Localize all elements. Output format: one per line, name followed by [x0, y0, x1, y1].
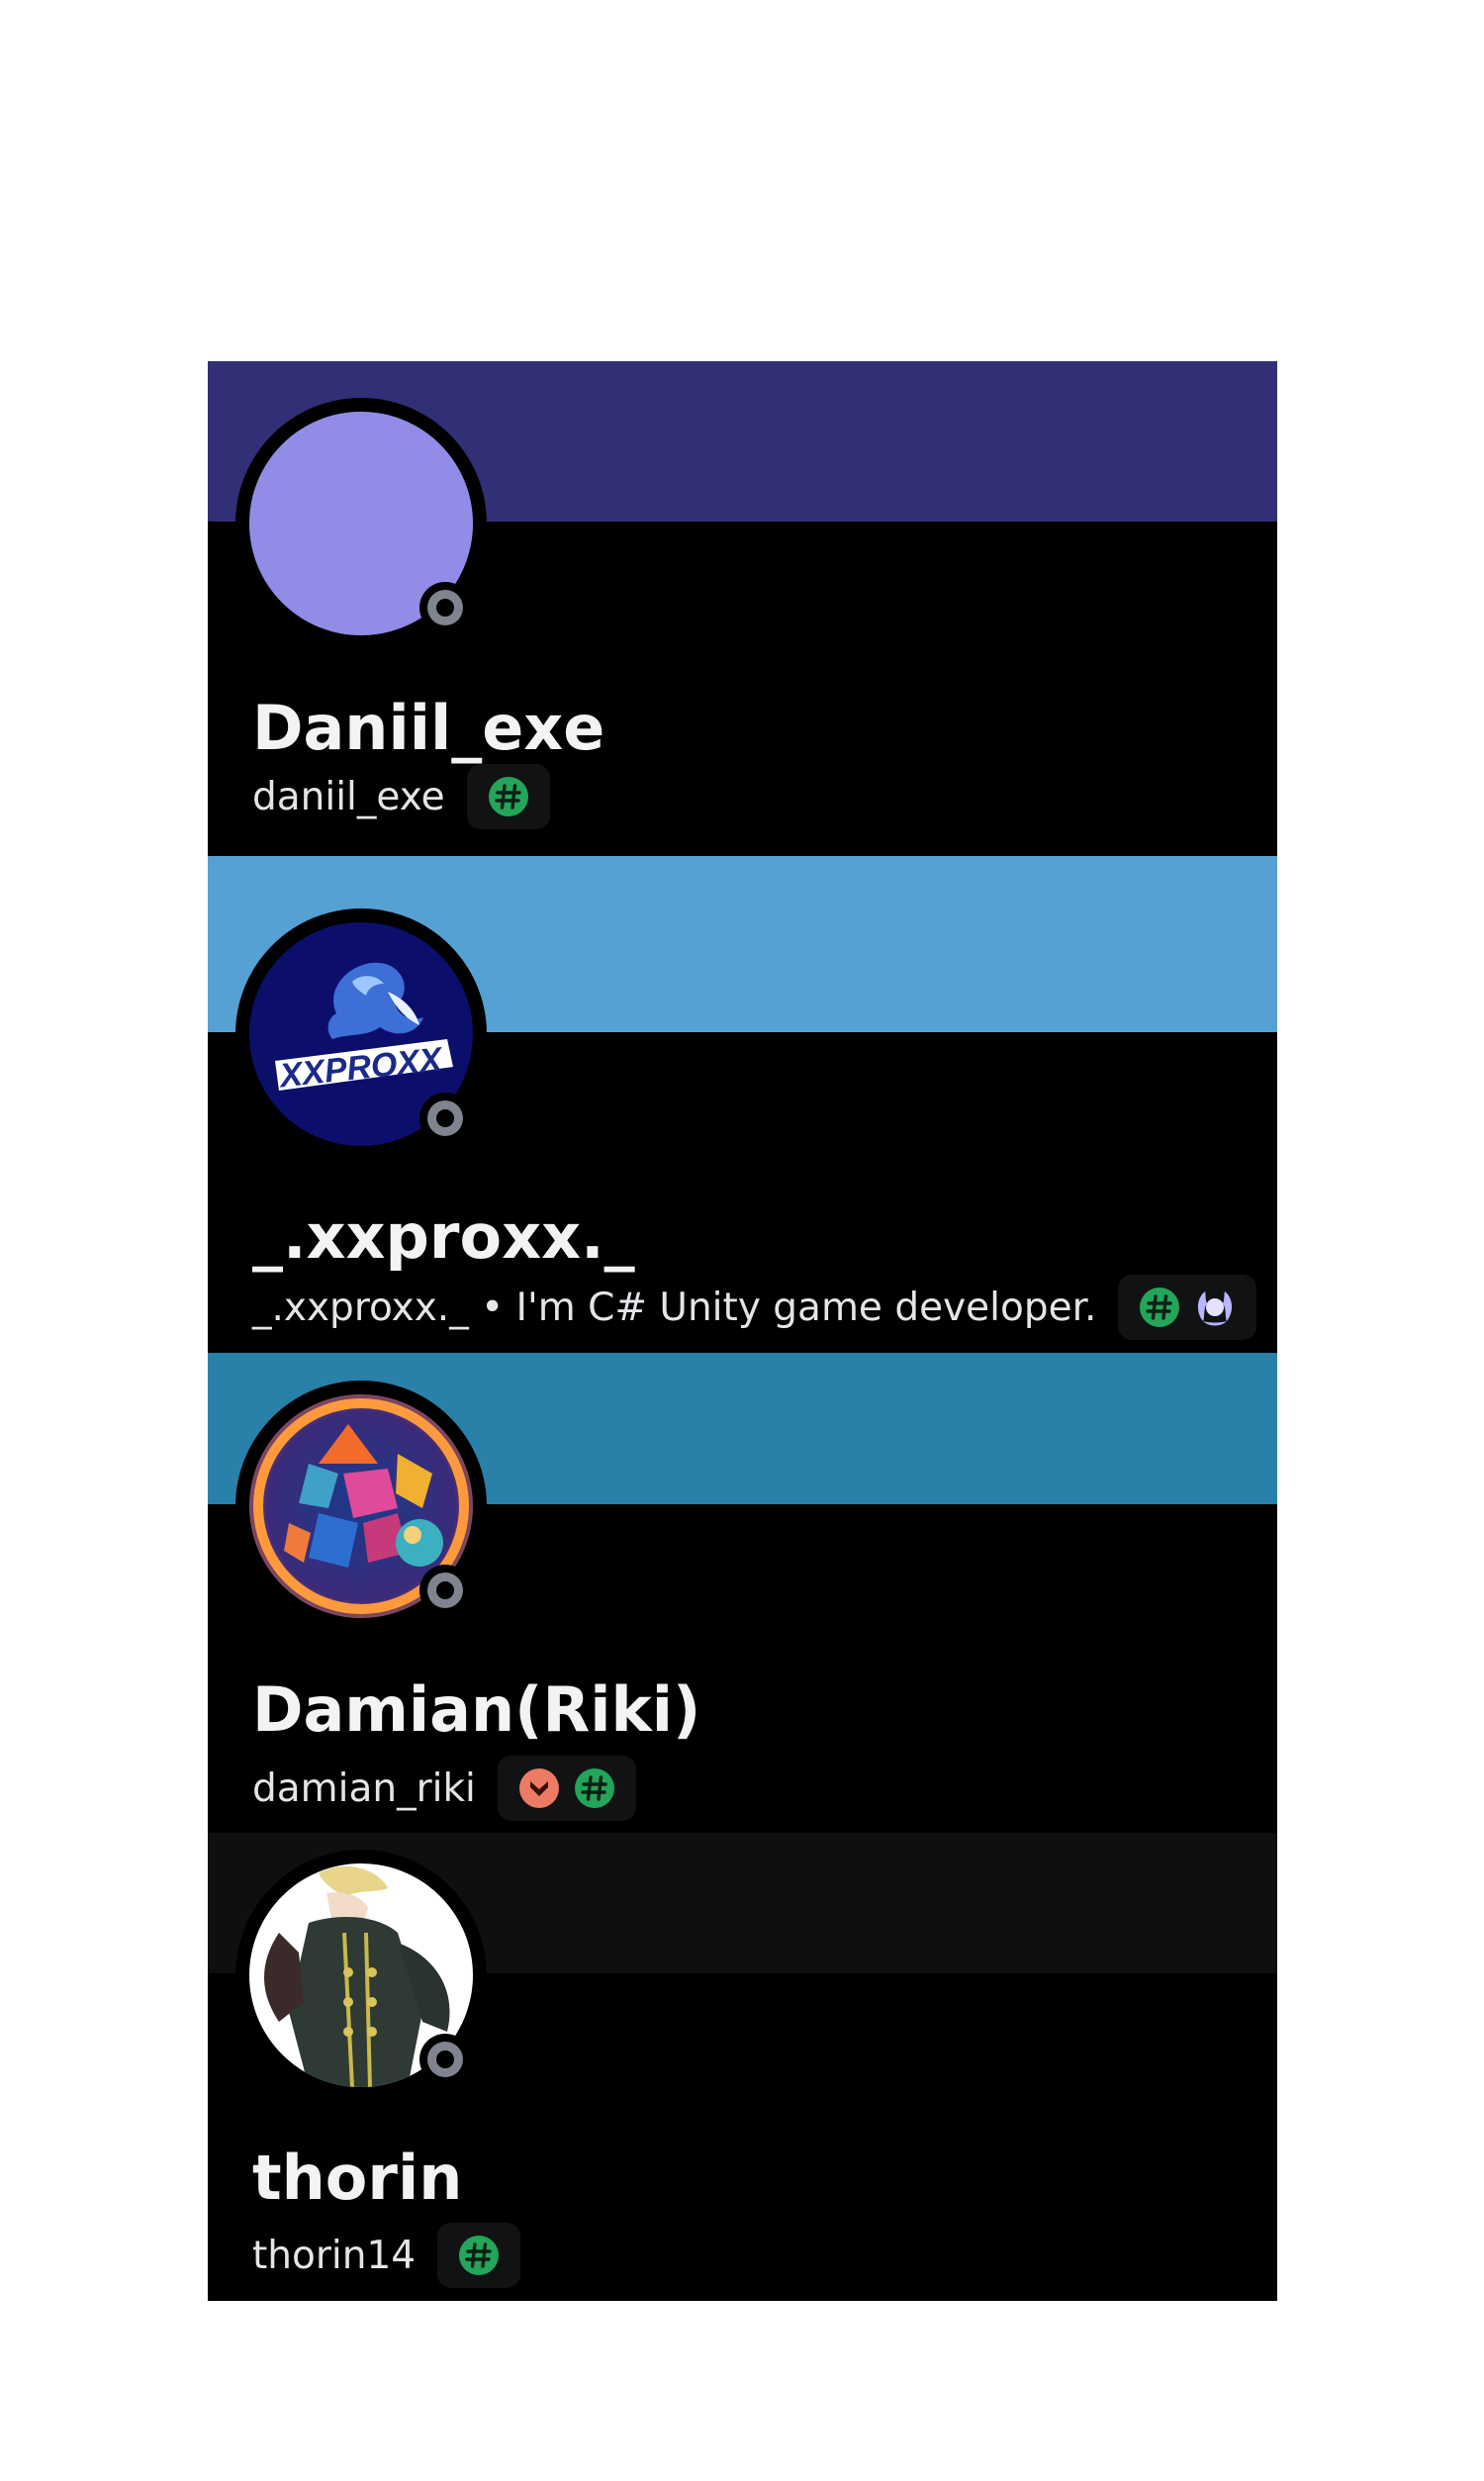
active-developer-badge-icon[interactable]	[487, 775, 530, 818]
member-card-xxproxx[interactable]: XXPROXX _.xxproxx._ _.xxproxx._ • I'm C#…	[208, 856, 1277, 1353]
username-row: _.xxproxx._ • I'm C# Unity game develope…	[252, 1275, 1257, 1340]
status-offline-indicator	[419, 1565, 471, 1616]
active-developer-badge-icon[interactable]	[573, 1766, 616, 1810]
badge-list	[497, 1756, 636, 1821]
member-card-damian-riki[interactable]: Damian(Riki) damian_riki	[208, 1353, 1277, 1833]
avatar[interactable]: XXPROXX	[235, 908, 487, 1160]
avatar[interactable]	[235, 398, 487, 649]
display-name: _.xxproxx._	[252, 1200, 635, 1273]
username: damian_riki	[252, 1765, 476, 1811]
username: daniil_exe	[252, 774, 445, 819]
avatar[interactable]	[235, 1850, 487, 2101]
member-card-daniil-exe[interactable]: Daniil_exe daniil_exe	[208, 361, 1277, 856]
badge-list	[437, 2223, 521, 2288]
status-offline-indicator	[419, 582, 471, 633]
avatar[interactable]	[235, 1381, 487, 1632]
username-and-status: _.xxproxx._ • I'm C# Unity game develope…	[252, 1285, 1097, 1330]
username-row: daniil_exe	[252, 764, 550, 829]
active-developer-badge-icon[interactable]	[1138, 1286, 1181, 1329]
username-row: damian_riki	[252, 1756, 636, 1821]
status-offline-indicator	[419, 2034, 471, 2085]
nitro-wreath-badge-icon[interactable]	[1193, 1286, 1237, 1329]
status-offline-indicator	[419, 1093, 471, 1144]
hypesquad-bravery-badge-icon[interactable]	[517, 1766, 561, 1810]
username-row: thorin14	[252, 2223, 521, 2288]
username: thorin14	[252, 2233, 417, 2278]
badge-list	[1118, 1275, 1257, 1340]
member-card-thorin[interactable]: thorin thorin14	[208, 1833, 1277, 2301]
active-developer-badge-icon[interactable]	[457, 2234, 501, 2277]
display-name: Damian(Riki)	[252, 1673, 701, 1746]
member-list: Daniil_exe daniil_exe XXPROXX _.xxproxx.…	[208, 361, 1277, 2301]
badge-list	[466, 764, 550, 829]
display-name: thorin	[252, 2142, 463, 2214]
display-name: Daniil_exe	[252, 692, 605, 764]
